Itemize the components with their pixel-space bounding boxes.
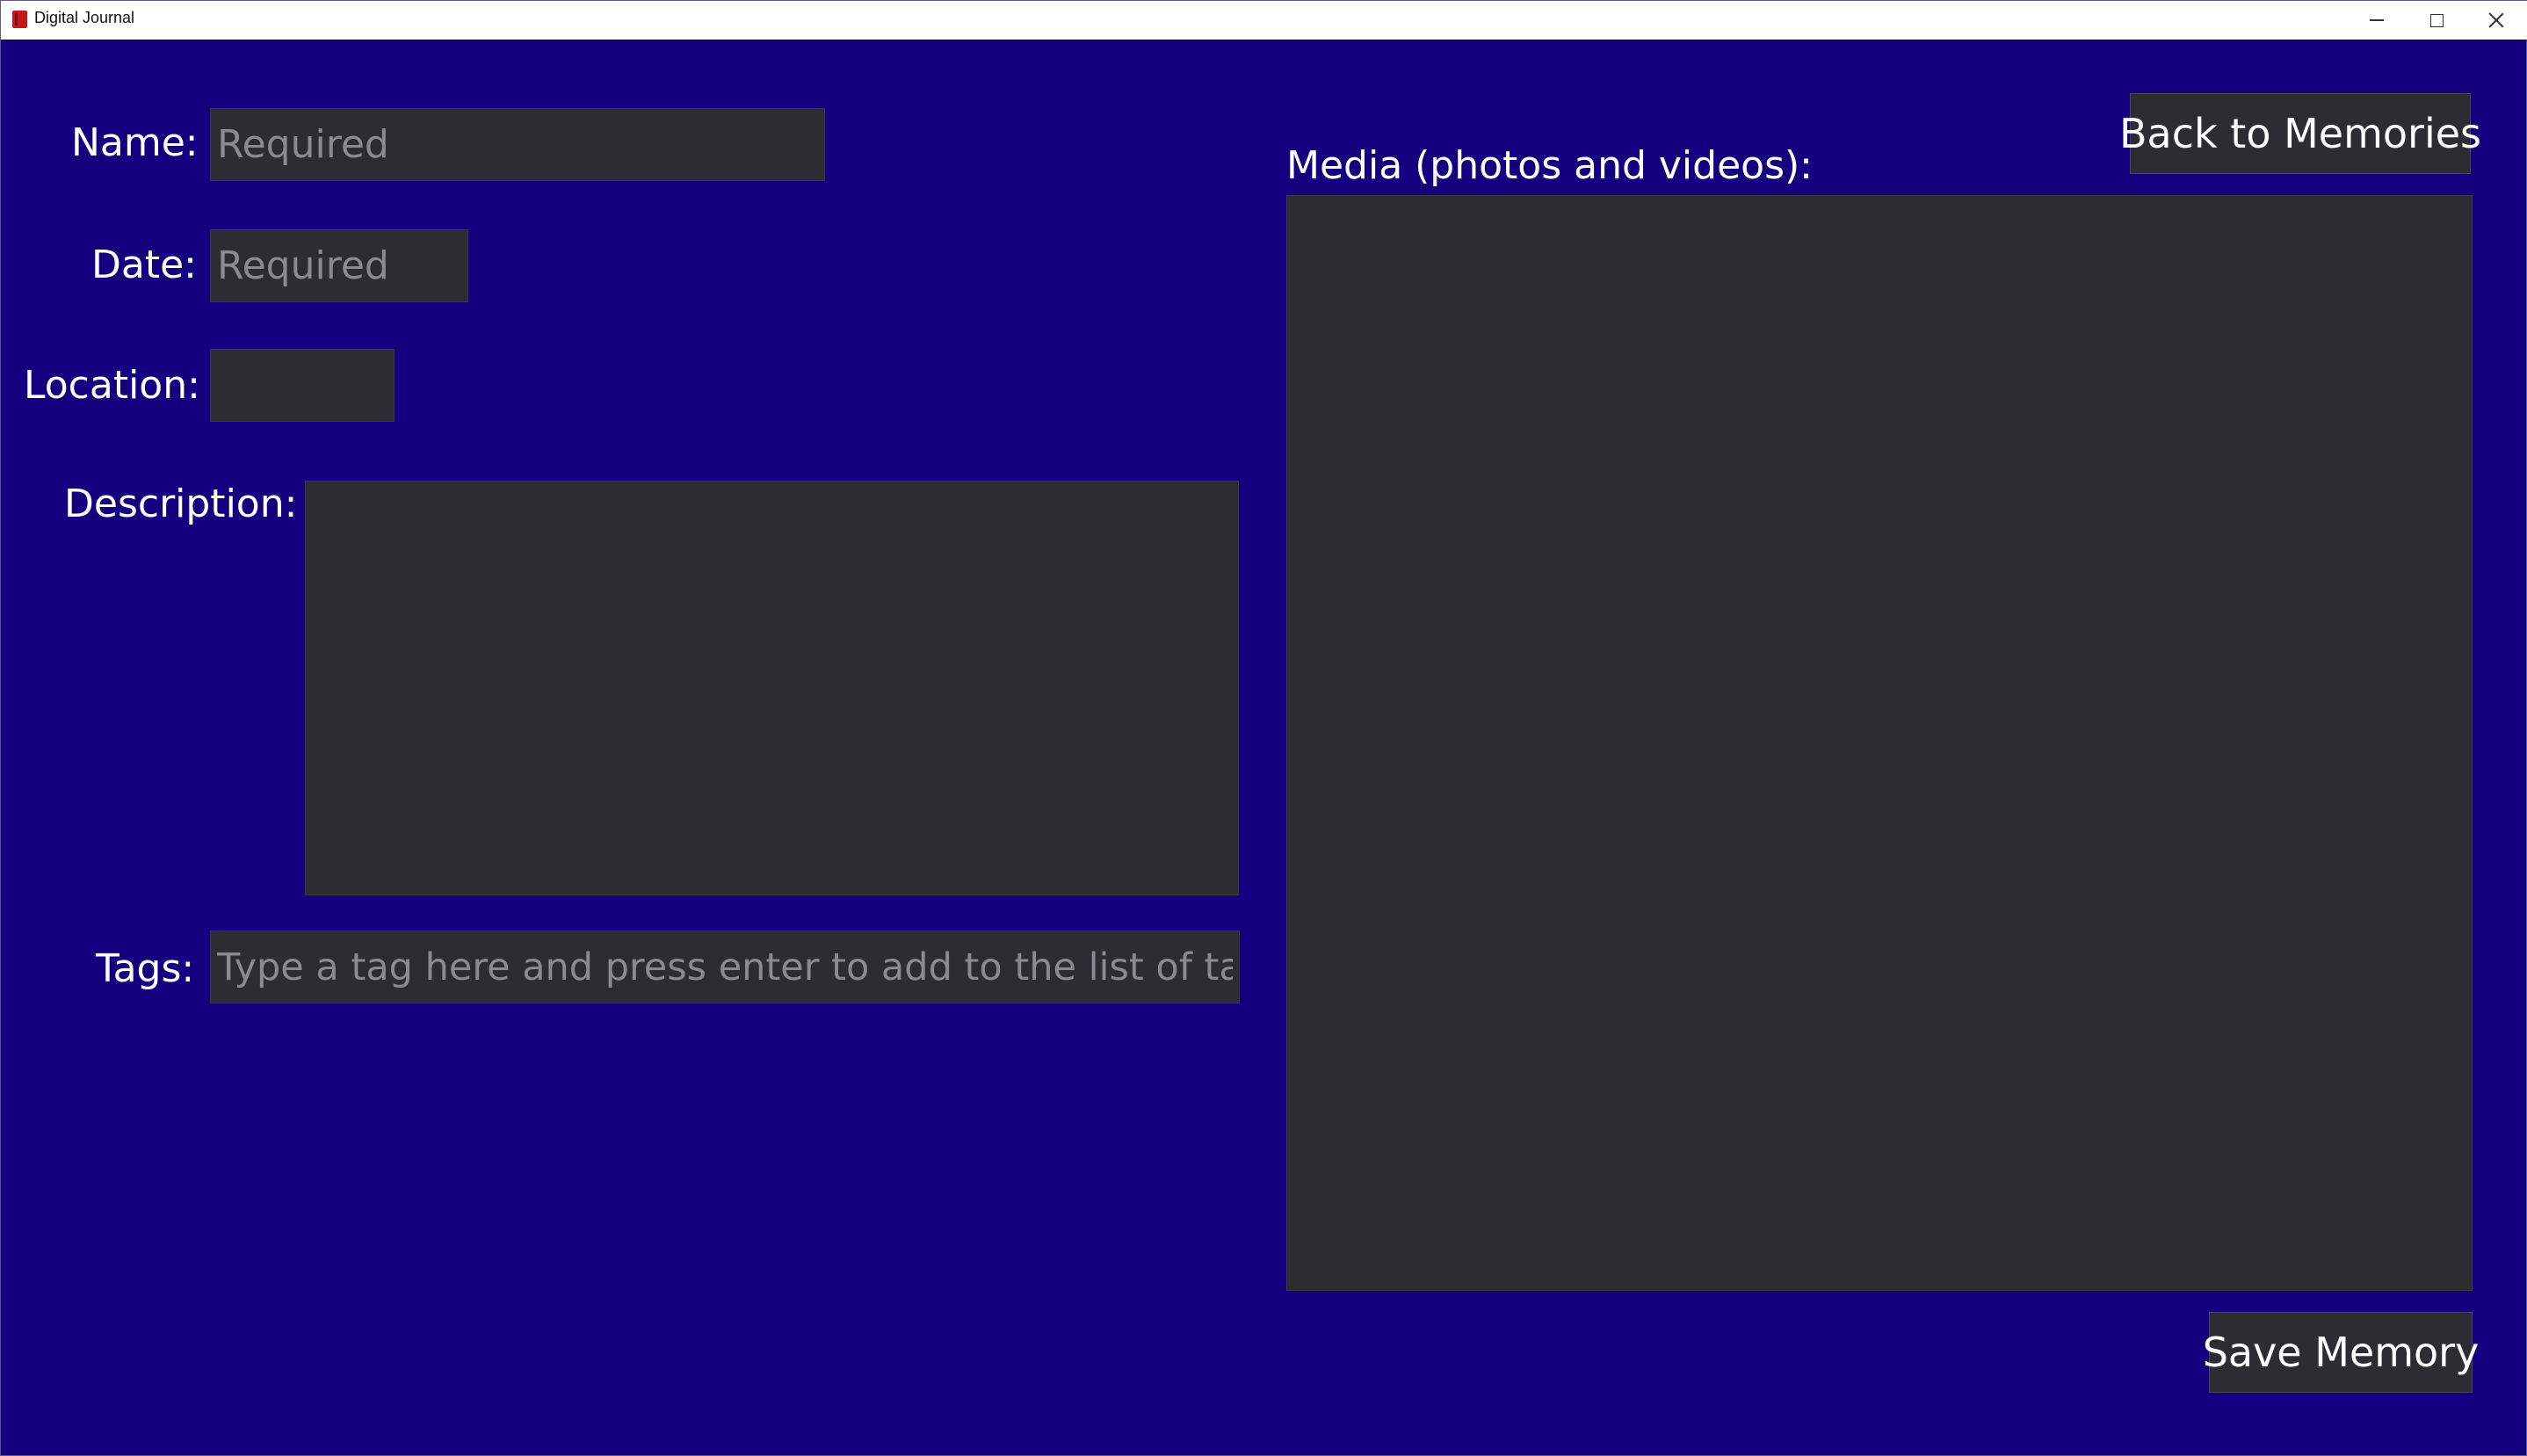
media-drop-area[interactable] (1286, 195, 2473, 1291)
save-memory-button[interactable]: Save Memory (2203, 1312, 2479, 1393)
name-label: Name: (71, 120, 199, 165)
tags-label: Tags: (96, 946, 195, 991)
location-input[interactable] (210, 349, 395, 422)
media-label: Media (photos and videos): (1286, 143, 1813, 188)
minimize-button[interactable] (2347, 1, 2407, 40)
description-label: Description: (64, 482, 298, 526)
journal-app-icon (12, 11, 27, 28)
name-input[interactable] (210, 108, 825, 181)
date-input[interactable] (210, 229, 468, 302)
maximize-button[interactable] (2407, 1, 2466, 40)
close-icon (2488, 12, 2504, 28)
minimize-icon (2370, 19, 2384, 21)
date-label: Date: (91, 243, 197, 287)
back-to-memories-button[interactable]: Back to Memories (2119, 93, 2481, 174)
location-label: Location: (24, 363, 200, 408)
tags-input[interactable] (210, 931, 1240, 1003)
app-window: Digital Journal Name: Date: Location: De… (0, 0, 2527, 1456)
title-bar: Digital Journal (1, 1, 2527, 40)
close-button[interactable] (2466, 1, 2526, 40)
description-textarea[interactable] (305, 481, 1239, 895)
window-title: Digital Journal (34, 9, 135, 26)
maximize-icon (2429, 13, 2444, 27)
